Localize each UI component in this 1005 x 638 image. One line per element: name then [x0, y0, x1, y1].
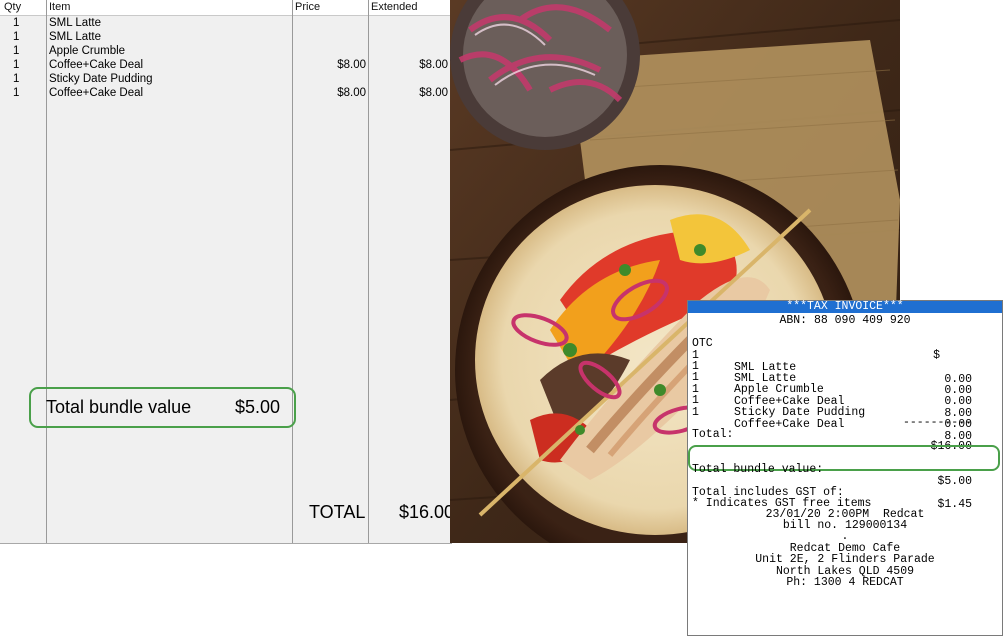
receipt-separator-row: ---------- — [692, 405, 998, 429]
receipt-otc-row: OTC $ — [692, 326, 998, 362]
receipt-line: 1 Sticky Date Pudding 0.00 — [692, 383, 998, 431]
receipt-bundle-row: Total bundle value: $5.00 — [692, 452, 998, 488]
row-qty: 1 — [13, 73, 20, 85]
column-header-extended[interactable]: Extended — [371, 1, 417, 13]
row-qty: 1 — [13, 45, 20, 57]
table-row[interactable]: 1 SML Latte — [0, 31, 452, 45]
row-item: Coffee+Cake Deal — [49, 87, 144, 99]
row-price: $8.00 — [337, 87, 366, 99]
row-item: SML Latte — [49, 31, 101, 43]
row-qty: 1 — [13, 87, 20, 99]
bundle-value-amount: $5.00 — [235, 397, 281, 417]
bundle-value-label: Total bundle value — [46, 397, 192, 417]
row-extended: $8.00 — [419, 59, 448, 71]
table-row[interactable]: 1 Apple Crumble — [0, 45, 452, 59]
row-price: $8.00 — [337, 59, 366, 71]
receipt-total-label: Total: — [692, 428, 734, 441]
receipt-gst-note-row: * Indicates GST free items — [692, 486, 998, 510]
table-row[interactable]: 1 Coffee+Cake Deal $8.00 $8.00 — [0, 59, 452, 73]
column-header-price[interactable]: Price — [295, 1, 320, 13]
column-header-item[interactable]: Item — [49, 1, 70, 13]
table-row[interactable]: 1 SML Latte — [0, 17, 452, 31]
tax-invoice-receipt: ***TAX INVOICE*** ABN: 88 090 409 920 OT… — [687, 300, 1003, 636]
row-item: SML Latte — [49, 17, 101, 29]
table-row[interactable]: 1 Sticky Date Pudding — [0, 73, 452, 87]
row-qty: 1 — [13, 59, 20, 71]
grid-header: Qty Item Price Extended — [0, 0, 452, 16]
row-qty: 1 — [13, 31, 20, 43]
table-row[interactable]: 1 Coffee+Cake Deal $8.00 $8.00 — [0, 87, 452, 101]
row-item: Sticky Date Pudding — [49, 73, 153, 85]
receipt-line: 1 Apple Crumble 0.00 — [692, 360, 998, 408]
receipt-phone: Ph: 1300 4 REDCAT — [786, 576, 904, 589]
row-item: Coffee+Cake Deal — [49, 59, 144, 71]
total-amount: $16.00 — [399, 502, 455, 522]
receipt-total-row: Total: $16.00 — [692, 417, 998, 453]
column-header-qty[interactable]: Qty — [4, 1, 21, 13]
order-grid: Qty Item Price Extended 1 SML Latte 1 SM… — [0, 0, 455, 544]
row-extended: $8.00 — [419, 87, 448, 99]
total-label: TOTAL — [309, 502, 366, 522]
row-item: Apple Crumble — [49, 45, 126, 57]
receipt-title: ***TAX INVOICE*** — [688, 301, 1002, 313]
row-qty: 1 — [13, 17, 20, 29]
